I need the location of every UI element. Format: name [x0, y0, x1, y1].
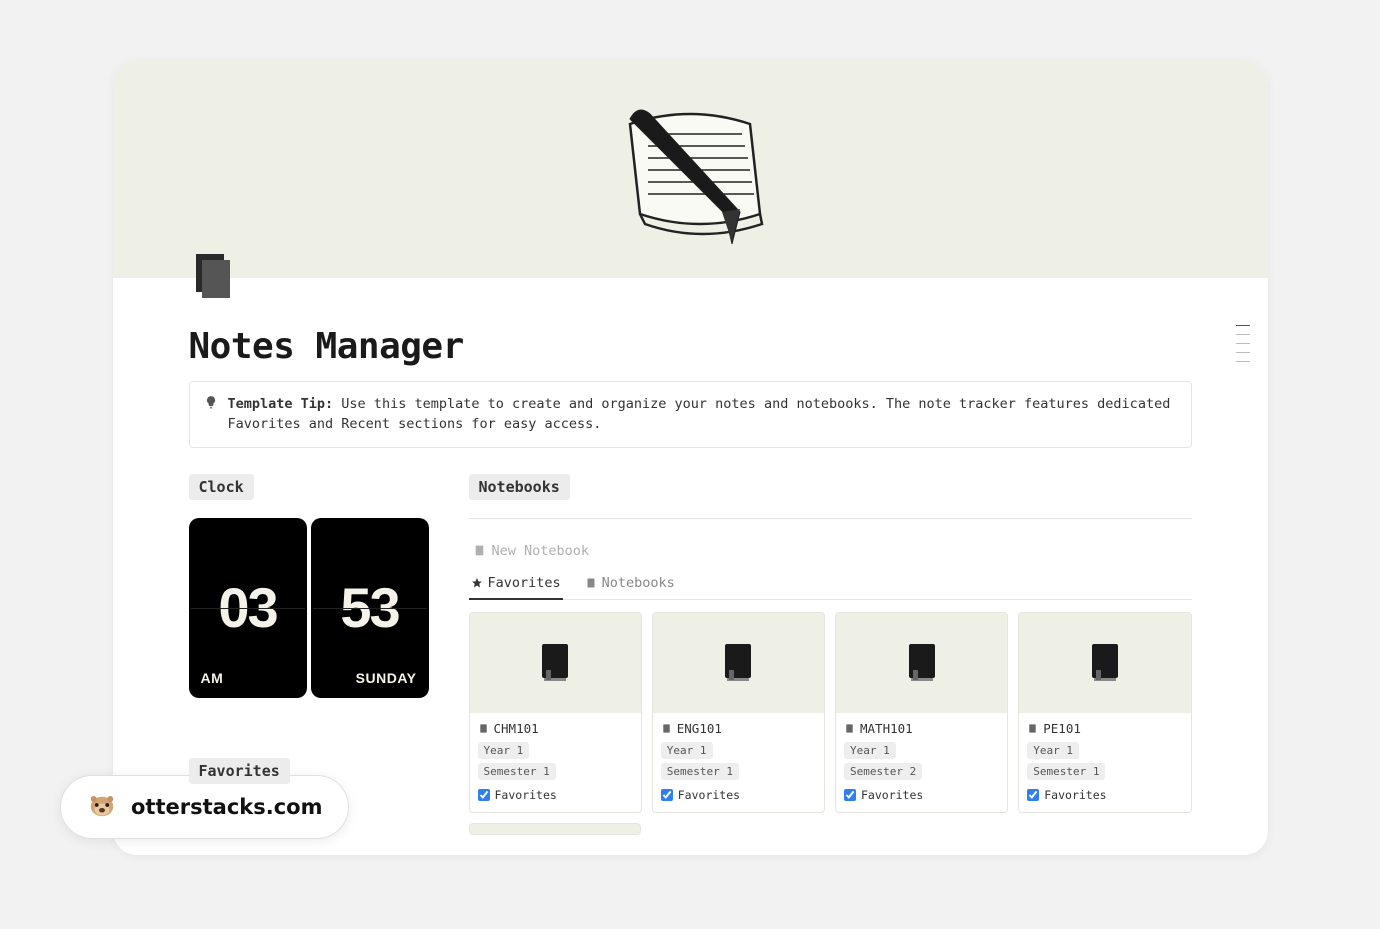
- notebook-card-partial[interactable]: [469, 823, 642, 835]
- notebook-card[interactable]: ENG101 Year 1 Semester 1 Favorites: [652, 612, 825, 813]
- tip-text: Template Tip: Use this template to creat…: [228, 394, 1177, 435]
- otter-icon: [87, 790, 117, 824]
- notebook-tabs: Favorites Notebooks: [469, 569, 1192, 600]
- notebooks-section-label: Notebooks: [469, 474, 570, 500]
- template-tip-callout: Template Tip: Use this template to creat…: [189, 381, 1192, 448]
- year-tag: Year 1: [661, 742, 713, 759]
- clock-day: SUNDAY: [356, 670, 417, 686]
- favorite-checkbox[interactable]: [1027, 789, 1039, 801]
- favorite-checkbox[interactable]: [478, 789, 490, 801]
- new-notebook-button[interactable]: New Notebook: [469, 535, 1192, 569]
- notebook-icon: [723, 644, 753, 682]
- notebook-card[interactable]: MATH101 Year 1 Semester 2 Favorites: [835, 612, 1008, 813]
- favorite-checkbox[interactable]: [661, 789, 673, 801]
- bookmark-icon: [188, 250, 236, 298]
- notebook-card[interactable]: PE101 Year 1 Semester 1 Favorites: [1018, 612, 1191, 813]
- semester-tag: Semester 2: [844, 763, 922, 780]
- notebook-pen-illustration: [600, 84, 780, 254]
- year-tag: Year 1: [844, 742, 896, 759]
- site-badge[interactable]: otterstacks.com: [60, 775, 349, 839]
- semester-tag: Semester 1: [478, 763, 556, 780]
- clock-section-label: Clock: [189, 474, 254, 500]
- year-tag: Year 1: [1027, 742, 1079, 759]
- year-tag: Year 1: [478, 742, 530, 759]
- hero-banner: [113, 60, 1268, 278]
- tab-favorites[interactable]: Favorites: [469, 569, 563, 599]
- clock-ampm: AM: [201, 670, 224, 686]
- favorite-checkbox[interactable]: [844, 789, 856, 801]
- badge-text: otterstacks.com: [131, 795, 322, 819]
- page-title: Notes Manager: [113, 278, 1268, 381]
- notebook-icon: [540, 644, 570, 682]
- outline-indicator[interactable]: [1236, 325, 1250, 362]
- semester-tag: Semester 1: [661, 763, 739, 780]
- app-window: Notes Manager Template Tip: Use this tem…: [113, 60, 1268, 855]
- notebook-icon: [907, 644, 937, 682]
- favorites-section-label: Favorites: [189, 758, 290, 784]
- notebook-card-grid: CHM101 Year 1 Semester 1 Favorites: [469, 612, 1192, 813]
- clock-widget: 03 AM 53 SUNDAY: [189, 518, 429, 698]
- notebook-card[interactable]: CHM101 Year 1 Semester 1 Favorites: [469, 612, 642, 813]
- tab-notebooks[interactable]: Notebooks: [583, 569, 677, 599]
- semester-tag: Semester 1: [1027, 763, 1105, 780]
- lightbulb-icon: [204, 395, 218, 435]
- notebook-icon: [1090, 644, 1120, 682]
